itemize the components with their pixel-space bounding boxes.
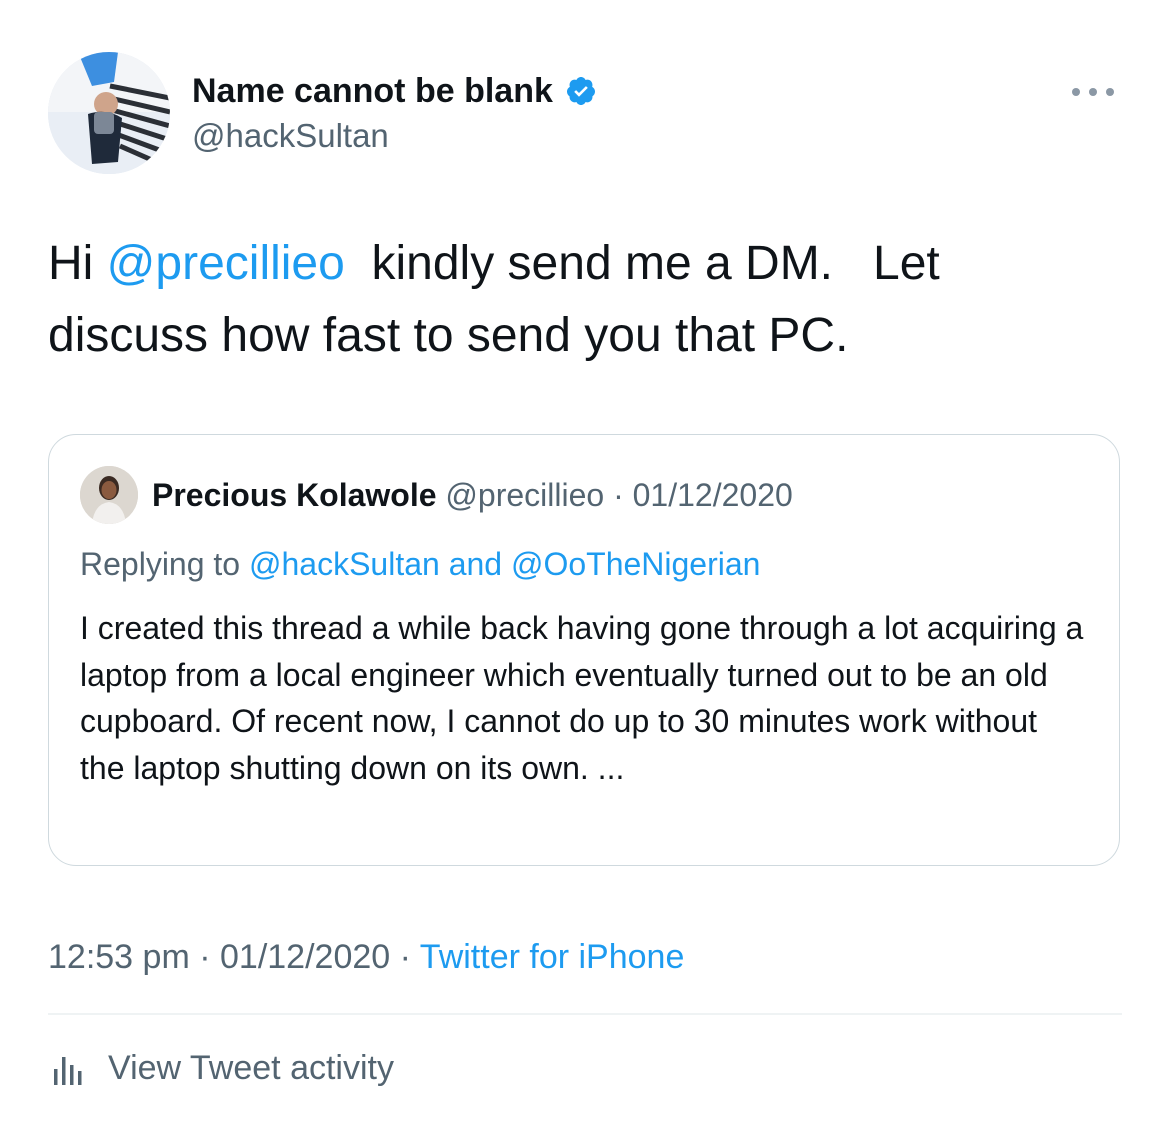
tweet-text-line-1-rest: kindly send me a DM. Let bbox=[344, 237, 940, 290]
verified-badge-icon bbox=[565, 75, 597, 107]
author-avatar-image bbox=[48, 52, 170, 174]
quoted-tweet-text: I created this thread a while back havin… bbox=[80, 610, 1084, 786]
author-avatar[interactable] bbox=[48, 52, 170, 174]
replying-to-user-hacksultan[interactable]: @hackSultan bbox=[249, 546, 440, 582]
tweet-date[interactable]: 01/12/2020 bbox=[220, 938, 390, 976]
bar-chart-icon bbox=[48, 1045, 94, 1091]
divider bbox=[48, 1013, 1122, 1015]
quoted-tweet-header: Precious Kolawole @precillieo · 01/12/20… bbox=[152, 474, 793, 516]
tweet-text-line-1: Hi @precillieo kindly send me a DM. Let bbox=[48, 228, 1128, 300]
meta-separator-2: · bbox=[399, 938, 411, 976]
view-tweet-activity-label: View Tweet activity bbox=[108, 1048, 394, 1087]
quoted-replying-to: Replying to @hackSultan and @OoTheNigeri… bbox=[80, 542, 760, 586]
quoted-header-separator: · bbox=[613, 477, 624, 513]
tweet-time[interactable]: 12:53 pm bbox=[48, 938, 190, 976]
tweet-text-prefix: Hi bbox=[48, 237, 107, 290]
quoted-author-avatar[interactable] bbox=[80, 466, 138, 524]
author-display-name[interactable]: Name cannot be blank bbox=[192, 70, 597, 112]
tweet-source-link[interactable]: Twitter for iPhone bbox=[420, 938, 685, 976]
replying-to-prefix: Replying to bbox=[80, 546, 249, 582]
replying-to-user-oothenigerian[interactable]: @OoTheNigerian bbox=[511, 546, 760, 582]
tweet-text-line-2: discuss how fast to send you that PC. bbox=[48, 309, 849, 362]
tweet-mention-link[interactable]: @precillieo bbox=[107, 237, 345, 290]
author-handle[interactable]: @hackSultan bbox=[192, 116, 389, 156]
quoted-author-avatar-image bbox=[80, 466, 138, 524]
view-tweet-activity-button[interactable]: View Tweet activity bbox=[48, 1040, 394, 1096]
more-options-icon[interactable] bbox=[1068, 80, 1118, 104]
author-display-name-text: Name cannot be blank bbox=[192, 72, 553, 110]
quoted-author-handle[interactable]: @precillieo bbox=[445, 477, 604, 513]
quoted-tweet-date[interactable]: 01/12/2020 bbox=[633, 477, 793, 513]
tweet-text: Hi @precillieo kindly send me a DM. Let … bbox=[48, 228, 1128, 372]
meta-separator-1: · bbox=[199, 938, 211, 976]
replying-to-and: and bbox=[439, 546, 511, 582]
tweet-meta: 12:53 pm · 01/12/2020 · Twitter for iPho… bbox=[48, 934, 684, 980]
quoted-author-name[interactable]: Precious Kolawole bbox=[152, 477, 437, 513]
